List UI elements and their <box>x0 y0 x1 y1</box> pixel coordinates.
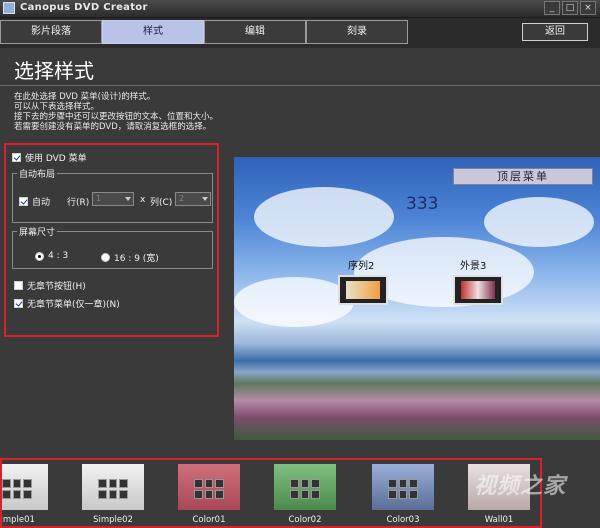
auto-option[interactable]: 自动 <box>19 195 50 208</box>
auto-layout-title: 自动布局 <box>17 167 58 180</box>
cloud-decoration <box>484 197 594 247</box>
cloud-decoration <box>234 277 354 327</box>
divider <box>0 85 600 86</box>
preview-item-label: 外景3 <box>460 261 487 272</box>
rows-dropdown[interactable]: 1 <box>92 192 134 206</box>
ratio-43-option[interactable]: 4 : 3 <box>35 251 68 261</box>
app-icon <box>3 2 15 14</box>
minimize-button[interactable]: _ <box>544 1 560 15</box>
window-title: Canopus DVD Creator <box>20 2 148 13</box>
use-menu-label: 使用 DVD 菜单 <box>25 154 87 164</box>
style-thumbnail-simple02[interactable] <box>82 464 144 510</box>
rows-label: 行(R) <box>67 198 90 208</box>
thumbnail-image <box>461 281 495 299</box>
style-thumbnail-color02[interactable] <box>274 464 336 510</box>
preview-number: 333 <box>406 194 439 214</box>
tab-edit[interactable]: 编辑 <box>204 20 306 44</box>
style-thumbnail-simple01[interactable] <box>2 464 48 510</box>
cols-dropdown[interactable]: 2 <box>175 192 211 206</box>
screen-size-title: 屏幕尺寸 <box>17 225 58 238</box>
auto-checkbox[interactable] <box>19 197 28 206</box>
preview-menu-title: 顶层菜单 <box>453 168 593 185</box>
preview-thumbnail <box>453 275 503 305</box>
close-button[interactable]: × <box>580 1 596 15</box>
instructions: 在此处选择 DVD 菜单(设计)的样式。 可以从下表选择样式。 接下去的步骤中还… <box>14 92 218 132</box>
tab-burn[interactable]: 刻录 <box>306 20 408 44</box>
style-thumbnail-color03[interactable] <box>372 464 434 510</box>
tab-segments[interactable]: 影片段落 <box>0 20 102 44</box>
tab-style[interactable]: 样式 <box>102 20 204 44</box>
instruction-line: 可以从下表选择样式。 <box>14 102 100 112</box>
tab-bar: 影片段落 样式 编辑 刻录 返回 <box>0 18 600 48</box>
ratio-169-option[interactable]: 16 : 9 (宽) <box>101 251 159 264</box>
menu-options-panel: 使用 DVD 菜单 自动布局 自动 行(R) 1 x 列(C) 2 屏幕尺寸 4… <box>4 143 219 337</box>
instruction-line: 若需要创建没有菜单的DVD，请取消复选框的选择。 <box>14 122 212 132</box>
style-list: Simple01 Simple02 Color01 Color02 Color0… <box>0 458 542 528</box>
chevron-down-icon <box>125 197 131 201</box>
preview-thumbnail <box>338 275 388 305</box>
ratio-43-radio[interactable] <box>35 251 44 261</box>
chevron-down-icon <box>202 197 208 201</box>
style-label: Wall01 <box>484 515 514 525</box>
auto-label: 自动 <box>32 198 51 208</box>
style-label: Color02 <box>288 515 322 525</box>
auto-layout-group: 自动布局 自动 行(R) 1 x 列(C) 2 <box>12 167 213 223</box>
style-label: Color01 <box>192 515 226 525</box>
style-label: Simple01 <box>0 515 35 525</box>
times-sign: x <box>140 195 146 205</box>
no-chapter-menu-option[interactable]: 无章节菜单(仅一章)(N) <box>14 297 120 310</box>
window-titlebar: Canopus DVD Creator _ □ × <box>0 0 600 18</box>
cols-label: 列(C) <box>150 198 173 208</box>
screen-size-group: 屏幕尺寸 4 : 3 16 : 9 (宽) <box>12 225 213 269</box>
no-chapter-button-checkbox[interactable] <box>14 281 23 290</box>
instruction-line: 在此处选择 DVD 菜单(设计)的样式。 <box>14 92 156 102</box>
use-menu-checkbox[interactable] <box>12 153 21 162</box>
ratio-169-radio[interactable] <box>101 253 110 262</box>
no-chapter-button-option[interactable]: 无章节按钮(H) <box>14 279 86 292</box>
thumbnail-image <box>346 281 380 299</box>
watermark-logo: 视频之家 <box>474 474 567 499</box>
style-thumbnail-color01[interactable] <box>178 464 240 510</box>
style-label: Simple02 <box>93 515 133 525</box>
window-controls: _ □ × <box>544 1 596 15</box>
instruction-line: 接下去的步骤中还可以更改按钮的文本、位置和大小。 <box>14 112 219 122</box>
cloud-decoration <box>254 187 394 247</box>
preview-item-label: 序列2 <box>348 261 375 272</box>
menu-preview: 顶层菜单 333 序列2 外景3 <box>234 157 600 440</box>
style-label: Color03 <box>386 515 420 525</box>
back-button[interactable]: 返回 <box>522 23 588 41</box>
no-chapter-menu-checkbox[interactable] <box>14 299 23 308</box>
use-menu-option[interactable]: 使用 DVD 菜单 <box>12 151 87 164</box>
maximize-button[interactable]: □ <box>562 1 578 15</box>
page-title: 选择样式 <box>14 59 94 83</box>
